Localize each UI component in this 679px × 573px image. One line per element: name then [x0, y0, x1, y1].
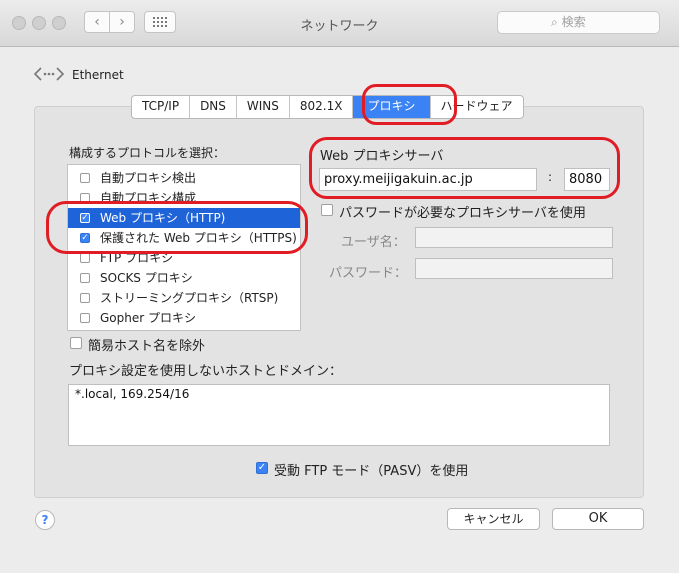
password-field[interactable]: [415, 258, 613, 279]
tab-8021x[interactable]: 802.1X: [290, 96, 354, 118]
search-placeholder: 検索: [561, 15, 586, 29]
tab-dns[interactable]: DNS: [190, 96, 237, 118]
tab-tcpip[interactable]: TCP/IP: [132, 96, 191, 118]
ethernet-icon: [33, 67, 65, 81]
ok-button[interactable]: OK: [552, 508, 644, 530]
password-required-label: パスワードが必要なプロキシサーバを使用: [339, 206, 586, 221]
passive-ftp-checkbox[interactable]: ✓: [256, 462, 268, 474]
username-label: ユーザ名：: [341, 235, 406, 250]
help-button[interactable]: ?: [35, 510, 55, 530]
annotation-highlight-proxy-tab: [362, 84, 457, 125]
annotation-highlight-server: [309, 137, 620, 199]
checkbox[interactable]: [80, 313, 90, 323]
tab-bar: TCP/IP DNS WINS 802.1X プロキシ ハードウェア: [131, 95, 524, 119]
username-field[interactable]: [415, 227, 613, 248]
exclude-simple-hostnames-checkbox[interactable]: [70, 337, 82, 349]
checkbox[interactable]: [80, 293, 90, 303]
tab-wins[interactable]: WINS: [237, 96, 290, 118]
protocol-item[interactable]: ストリーミングプロキシ（RTSP): [68, 288, 300, 308]
protocol-item[interactable]: Gopher プロキシ: [68, 308, 300, 328]
protocols-heading: 構成するプロトコルを選択：: [69, 146, 226, 160]
search-icon: ⌕: [551, 15, 558, 29]
service-name: Ethernet: [72, 68, 124, 82]
checkbox[interactable]: [80, 253, 90, 263]
protocol-item[interactable]: 自動プロキシ検出: [68, 168, 300, 188]
checkbox[interactable]: [80, 273, 90, 283]
bypass-label: プロキシ設定を使用しないホストとドメイン：: [69, 364, 343, 379]
bypass-hosts-field[interactable]: *.local, 169.254/16: [68, 384, 610, 446]
exclude-simple-hostnames-label: 簡易ホスト名を除外: [88, 339, 206, 354]
search-field[interactable]: ⌕ 検索: [497, 11, 660, 34]
checkbox[interactable]: [80, 173, 90, 183]
password-required-checkbox[interactable]: [321, 204, 333, 216]
annotation-highlight-web-proxies: [46, 201, 308, 254]
passive-ftp-label: 受動 FTP モード（PASV）を使用: [274, 464, 469, 479]
protocol-item[interactable]: SOCKS プロキシ: [68, 268, 300, 288]
password-label: パスワード：: [329, 266, 408, 281]
cancel-button[interactable]: キャンセル: [447, 508, 540, 530]
